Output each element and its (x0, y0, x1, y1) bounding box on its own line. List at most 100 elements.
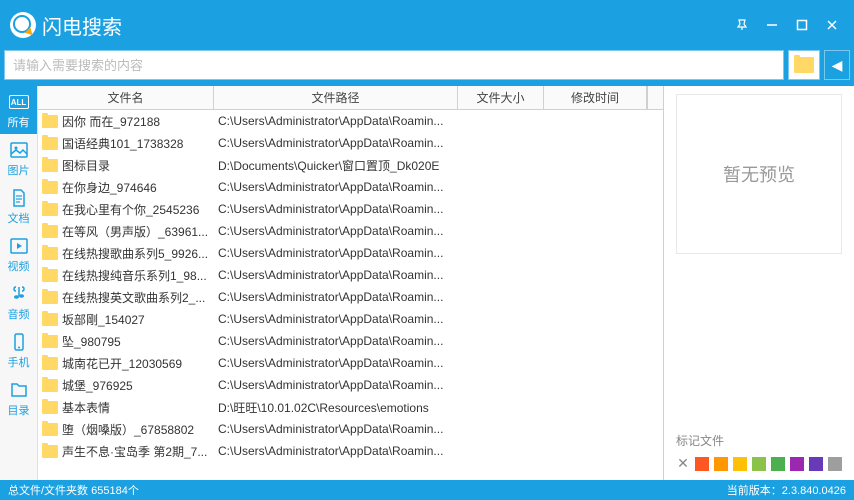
sidebar-item-5[interactable]: 手机 (0, 326, 37, 374)
cell-name: 声生不息·宝岛季 第2期_7... (38, 443, 214, 460)
tag-label: 标记文件 (676, 432, 842, 449)
sidebar-icon-5 (9, 332, 29, 352)
cell-path: C:\Users\Administrator\AppData\Roamin... (214, 422, 458, 436)
preview-panel: 暂无预览 标记文件 ✕ (664, 86, 854, 480)
table-body[interactable]: 因你 而在_972188C:\Users\Administrator\AppDa… (38, 110, 663, 480)
folder-icon (42, 225, 58, 238)
cell-path: C:\Users\Administrator\AppData\Roamin... (214, 356, 458, 370)
folder-icon (42, 181, 58, 194)
tag-swatch-6[interactable] (809, 457, 823, 471)
header-time[interactable]: 修改时间 (544, 86, 647, 109)
sidebar-item-2[interactable]: 文档 (0, 182, 37, 230)
folder-icon (42, 269, 58, 282)
table-row[interactable]: 城堡_976925C:\Users\Administrator\AppData\… (38, 374, 663, 396)
sidebar-label: 文档 (8, 210, 30, 226)
cell-path: C:\Users\Administrator\AppData\Roamin... (214, 246, 458, 260)
tag-section: 标记文件 ✕ (664, 424, 854, 480)
folder-icon (42, 335, 58, 348)
cell-path: D:\Documents\Quicker\窗口置顶_Dk020E (214, 157, 458, 174)
sidebar-item-3[interactable]: 视频 (0, 230, 37, 278)
folder-icon (42, 401, 58, 414)
sidebar-label: 音频 (8, 306, 30, 322)
cell-name: 在线热搜纯音乐系列1_98... (38, 267, 214, 284)
main-area: ALL所有图片文档视频音频手机目录 文件名 文件路径 文件大小 修改时间 因你 … (0, 86, 854, 480)
app-logo: 闪电搜索 (10, 11, 122, 40)
cell-path: C:\Users\Administrator\AppData\Roamin... (214, 290, 458, 304)
tag-swatch-2[interactable] (733, 457, 747, 471)
cell-name: 坂部剛_154027 (38, 311, 214, 328)
cell-path: C:\Users\Administrator\AppData\Roamin... (214, 334, 458, 348)
table-row[interactable]: 坂部剛_154027C:\Users\Administrator\AppData… (38, 308, 663, 330)
table-row[interactable]: 在我心里有个你_2545236C:\Users\Administrator\Ap… (38, 198, 663, 220)
table-header: 文件名 文件路径 文件大小 修改时间 (38, 86, 663, 110)
tag-swatch-1[interactable] (714, 457, 728, 471)
table-row[interactable]: 在等风（男声版）_63961...C:\Users\Administrator\… (38, 220, 663, 242)
tag-swatch-3[interactable] (752, 457, 766, 471)
status-bar: 总文件/文件夹数 655184个 当前版本：2.3.840.0426 (0, 480, 854, 500)
sidebar-label: 图片 (8, 162, 30, 178)
app-logo-icon (10, 12, 36, 38)
cell-name: 在等风（男声版）_63961... (38, 223, 214, 240)
table-row[interactable]: 图标目录D:\Documents\Quicker\窗口置顶_Dk020E (38, 154, 663, 176)
collapse-preview-button[interactable]: ◀ (824, 50, 850, 80)
table-row[interactable]: 城南花已开_12030569C:\Users\Administrator\App… (38, 352, 663, 374)
table-row[interactable]: 堕（烟嗓版）_67858802C:\Users\Administrator\Ap… (38, 418, 663, 440)
cell-path: D:\旺旺\10.01.02C\Resources\emotions (214, 399, 458, 416)
minimize-button[interactable] (766, 19, 784, 31)
sidebar-item-0[interactable]: ALL所有 (0, 86, 37, 134)
cell-name: 堕（烟嗓版）_67858802 (38, 421, 214, 438)
tag-clear-button[interactable]: ✕ (676, 455, 690, 472)
scroll-spacer (647, 86, 663, 109)
tag-swatch-5[interactable] (790, 457, 804, 471)
close-button[interactable] (826, 19, 844, 31)
search-bar: ◀ (0, 50, 854, 86)
header-size[interactable]: 文件大小 (458, 86, 544, 109)
table-row[interactable]: 在线热搜英文歌曲系列2_...C:\Users\Administrator\Ap… (38, 286, 663, 308)
window-controls (736, 19, 844, 31)
table-row[interactable]: 在你身边_974646C:\Users\Administrator\AppDat… (38, 176, 663, 198)
file-list: 文件名 文件路径 文件大小 修改时间 因你 而在_972188C:\Users\… (38, 86, 664, 480)
tag-swatch-4[interactable] (771, 457, 785, 471)
table-row[interactable]: 在线热搜歌曲系列5_9926...C:\Users\Administrator\… (38, 242, 663, 264)
header-path[interactable]: 文件路径 (214, 86, 458, 109)
cell-name: 因你 而在_972188 (38, 113, 214, 130)
preview-empty: 暂无预览 (676, 94, 842, 254)
search-input[interactable] (4, 50, 784, 80)
table-row[interactable]: 声生不息·宝岛季 第2期_7...C:\Users\Administrator\… (38, 440, 663, 462)
folder-icon (42, 115, 58, 128)
cell-name: 国语经典101_1738328 (38, 135, 214, 152)
tag-swatch-7[interactable] (828, 457, 842, 471)
sidebar-label: 视频 (8, 258, 30, 274)
sidebar-item-6[interactable]: 目录 (0, 374, 37, 422)
table-row[interactable]: 因你 而在_972188C:\Users\Administrator\AppDa… (38, 110, 663, 132)
cell-name: 在我心里有个你_2545236 (38, 201, 214, 218)
pin-button[interactable] (736, 19, 754, 31)
tag-swatch-0[interactable] (695, 457, 709, 471)
browse-folder-button[interactable] (788, 50, 820, 80)
sidebar-item-1[interactable]: 图片 (0, 134, 37, 182)
sidebar-icon-2 (9, 188, 29, 208)
folder-icon (42, 313, 58, 326)
sidebar-icon-1 (9, 140, 29, 160)
table-row[interactable]: 国语经典101_1738328C:\Users\Administrator\Ap… (38, 132, 663, 154)
folder-icon (42, 203, 58, 216)
sidebar-item-4[interactable]: 音频 (0, 278, 37, 326)
cell-name: 图标目录 (38, 157, 214, 174)
cell-path: C:\Users\Administrator\AppData\Roamin... (214, 114, 458, 128)
table-row[interactable]: 基本表情D:\旺旺\10.01.02C\Resources\emotions (38, 396, 663, 418)
cell-path: C:\Users\Administrator\AppData\Roamin... (214, 378, 458, 392)
maximize-button[interactable] (796, 19, 814, 31)
tag-swatches: ✕ (676, 455, 842, 472)
folder-icon (42, 291, 58, 304)
header-name[interactable]: 文件名 (38, 86, 214, 109)
cell-path: C:\Users\Administrator\AppData\Roamin... (214, 202, 458, 216)
table-row[interactable]: 坠_980795C:\Users\Administrator\AppData\R… (38, 330, 663, 352)
folder-icon (42, 247, 58, 260)
status-count: 总文件/文件夹数 655184个 (8, 482, 139, 498)
cell-path: C:\Users\Administrator\AppData\Roamin... (214, 180, 458, 194)
app-title: 闪电搜索 (42, 11, 122, 40)
sidebar-icon-3 (9, 236, 29, 256)
sidebar-label: 目录 (8, 402, 30, 418)
table-row[interactable]: 在线热搜纯音乐系列1_98...C:\Users\Administrator\A… (38, 264, 663, 286)
cell-path: C:\Users\Administrator\AppData\Roamin... (214, 444, 458, 458)
